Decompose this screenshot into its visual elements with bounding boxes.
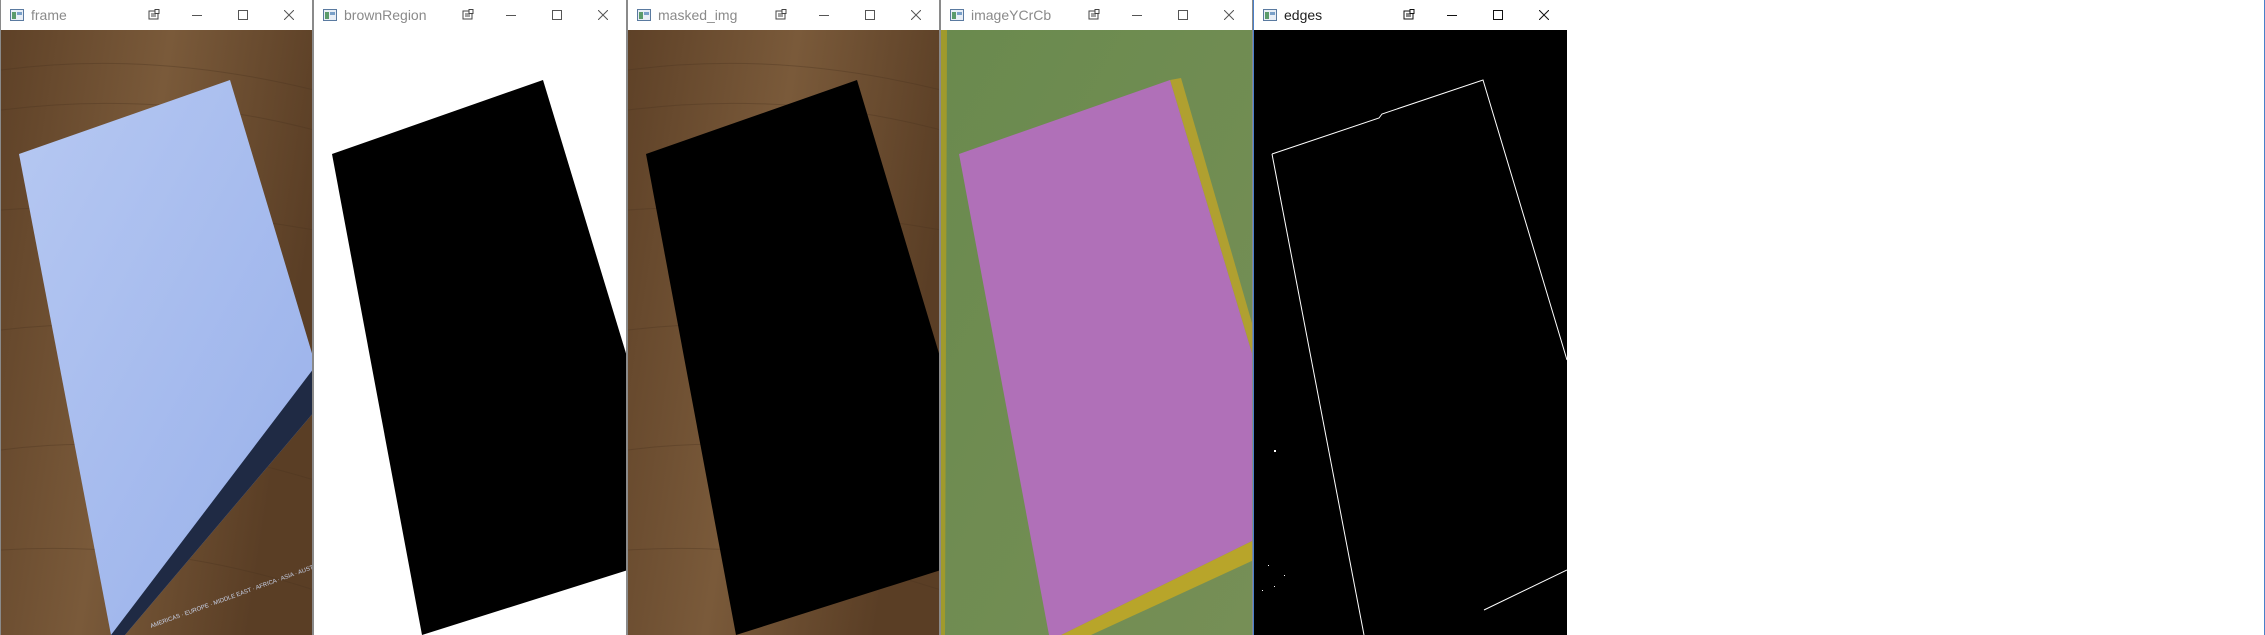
window-title: brownRegion xyxy=(344,7,427,23)
window-imageYCrCb[interactable]: imageYCrCb xyxy=(940,0,1253,635)
close-icon[interactable] xyxy=(580,0,626,30)
close-icon[interactable] xyxy=(266,0,312,30)
properties-icon[interactable] xyxy=(134,0,174,30)
window-title: imageYCrCb xyxy=(971,7,1052,23)
opencv-window-icon xyxy=(322,8,338,22)
properties-icon[interactable] xyxy=(448,0,488,30)
window-masked_img[interactable]: masked_img xyxy=(627,0,940,635)
window-frame[interactable]: frame xyxy=(0,0,313,635)
title-bar[interactable]: imageYCrCb xyxy=(941,0,1252,30)
image-masked_img xyxy=(628,30,939,635)
minimize-icon[interactable] xyxy=(1114,0,1160,30)
window-title: masked_img xyxy=(658,7,738,23)
window-title: frame xyxy=(31,7,67,23)
minimize-icon[interactable] xyxy=(488,0,534,30)
opencv-window-icon xyxy=(636,8,652,22)
title-bar[interactable]: edges xyxy=(1254,0,1567,30)
title-bar[interactable]: brownRegion xyxy=(314,0,626,30)
minimize-icon[interactable] xyxy=(1429,0,1475,30)
minimize-icon[interactable] xyxy=(801,0,847,30)
image-imageYCrCb xyxy=(941,30,1252,635)
maximize-icon[interactable] xyxy=(220,0,266,30)
window-edges[interactable]: edges xyxy=(1253,0,2265,635)
opencv-window-icon xyxy=(9,8,25,22)
close-icon[interactable] xyxy=(1521,0,1567,30)
opencv-window-icon xyxy=(949,8,965,22)
close-icon[interactable] xyxy=(1206,0,1252,30)
title-bar[interactable]: frame xyxy=(1,0,312,30)
properties-icon[interactable] xyxy=(1389,0,1429,30)
maximize-icon[interactable] xyxy=(1475,0,1521,30)
image-brownRegion xyxy=(314,30,626,635)
desktop: frame brownRegion masked_img imageYCrCb … xyxy=(0,0,2265,635)
close-icon[interactable] xyxy=(893,0,939,30)
title-bar[interactable]: masked_img xyxy=(628,0,939,30)
image-frame: AMERICAS · EUROPE · MIDDLE EAST · AFRICA… xyxy=(1,30,312,635)
minimize-icon[interactable] xyxy=(174,0,220,30)
maximize-icon[interactable] xyxy=(1160,0,1206,30)
window-title: edges xyxy=(1284,7,1323,23)
opencv-window-icon xyxy=(1262,8,1278,22)
maximize-icon[interactable] xyxy=(534,0,580,30)
properties-icon[interactable] xyxy=(761,0,801,30)
image-edges xyxy=(1254,30,1567,635)
properties-icon[interactable] xyxy=(1074,0,1114,30)
maximize-icon[interactable] xyxy=(847,0,893,30)
window-brownRegion[interactable]: brownRegion xyxy=(313,0,627,635)
